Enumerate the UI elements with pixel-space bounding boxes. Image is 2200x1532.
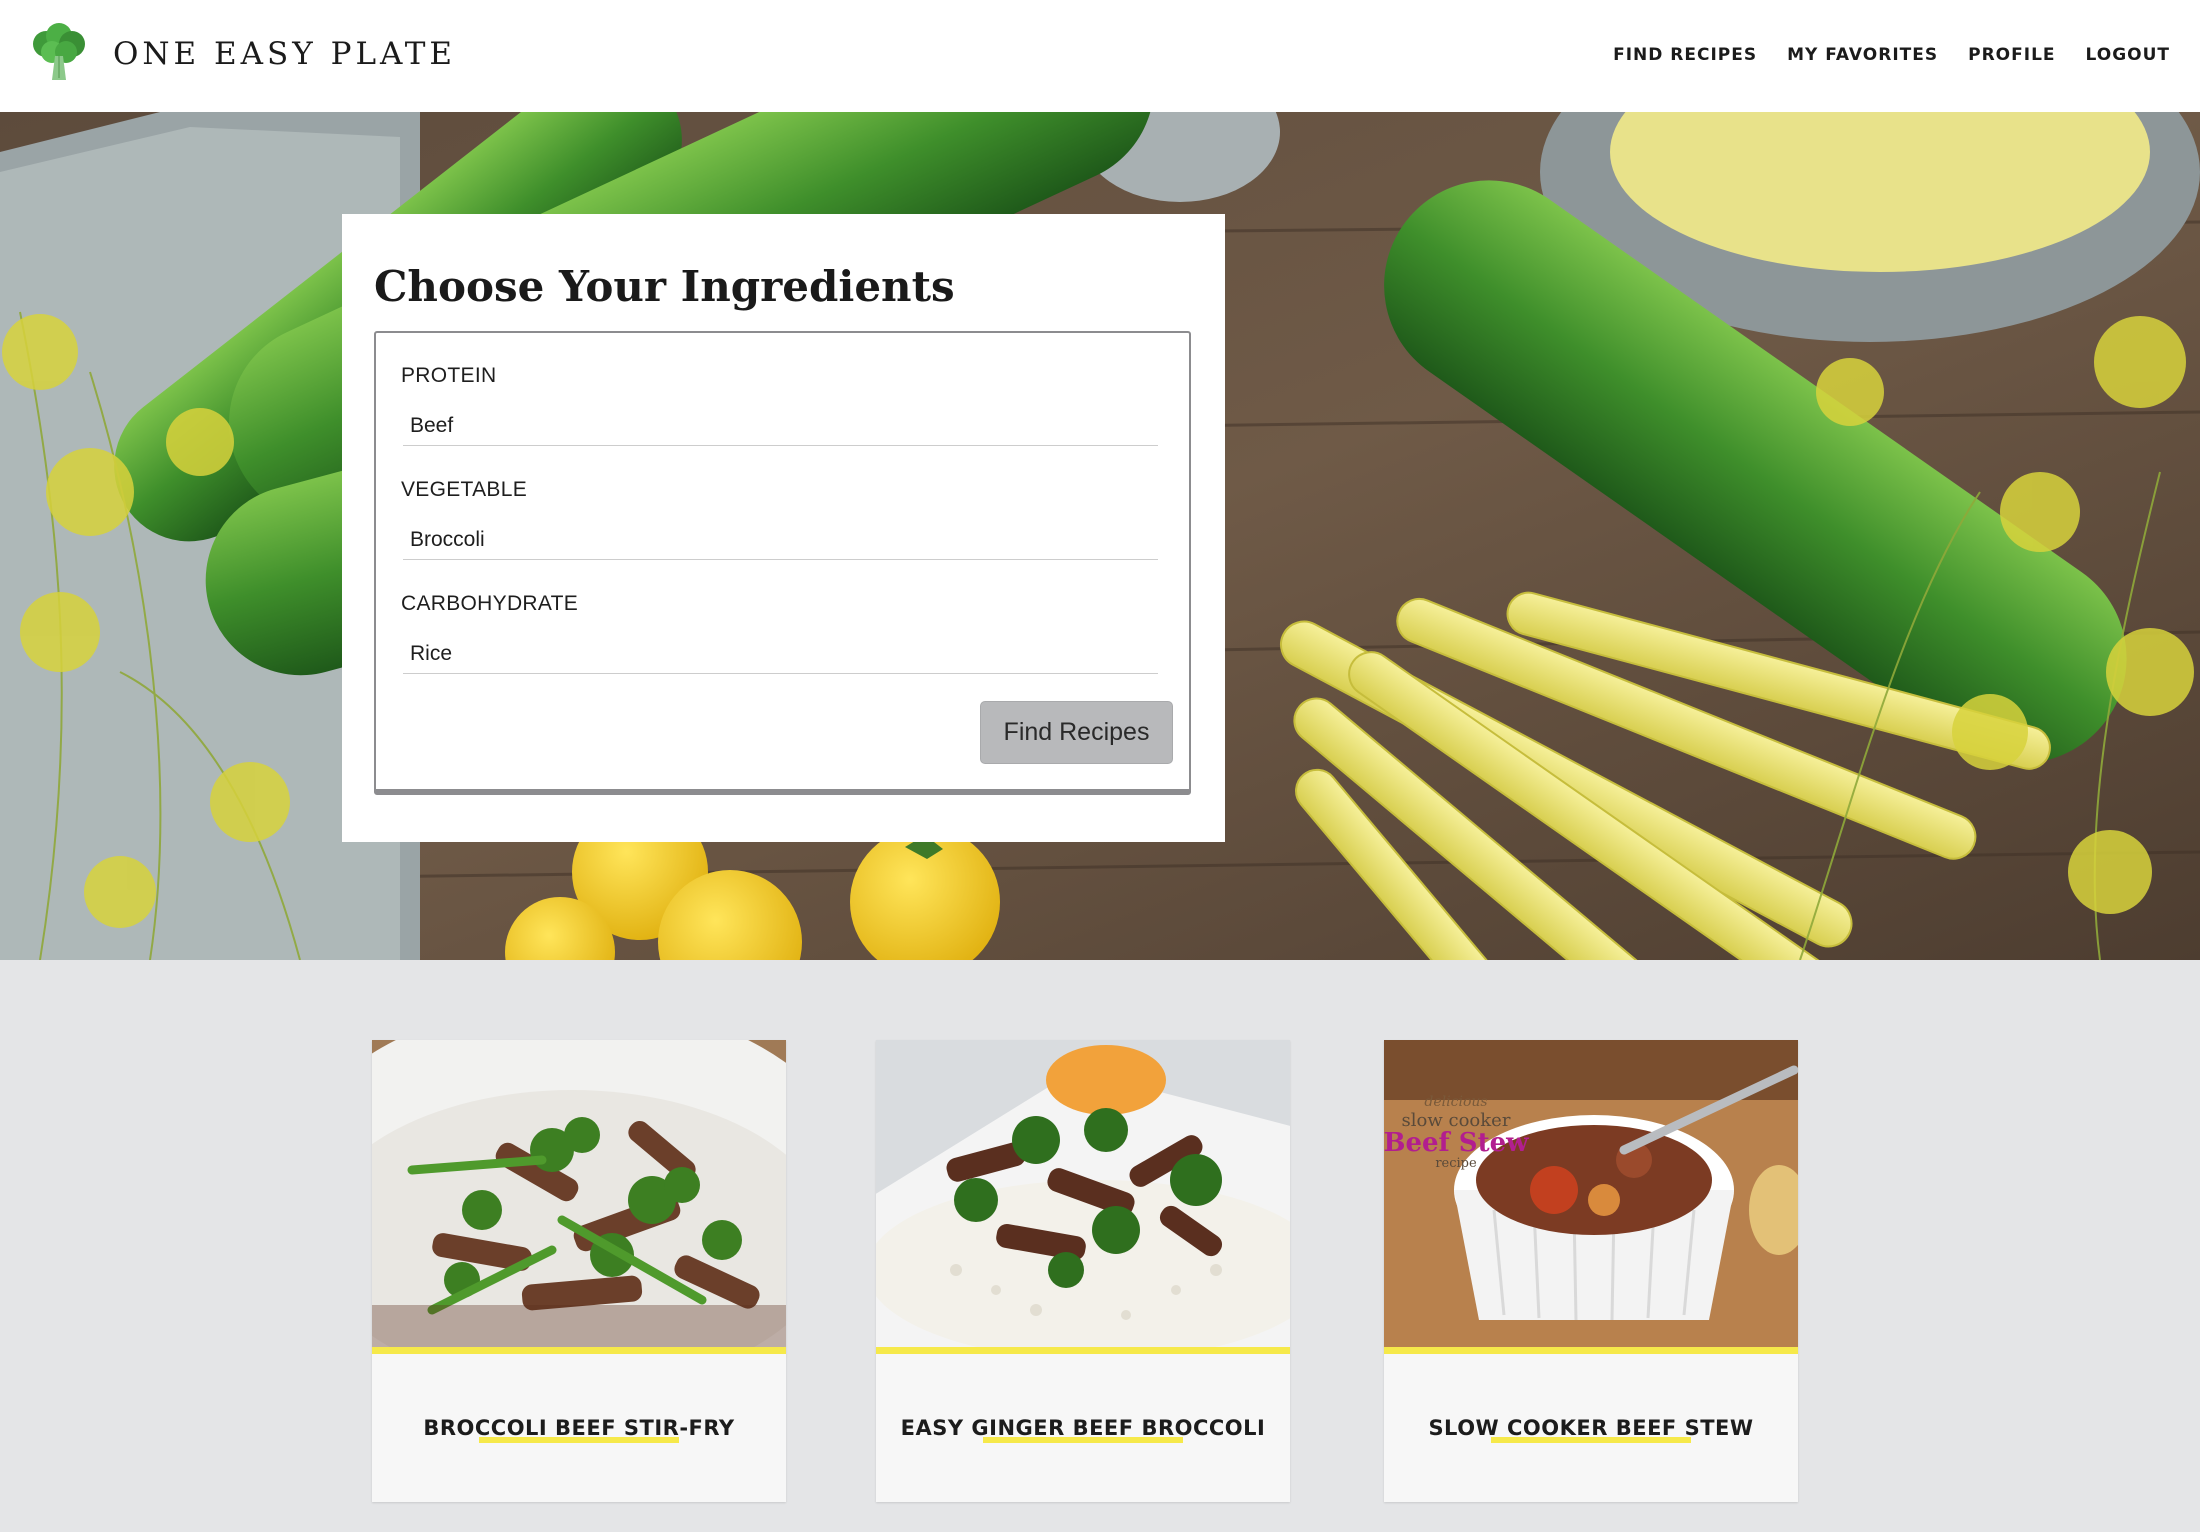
broccoli-icon[interactable] [28,22,90,84]
protein-label: PROTEIN [401,364,497,387]
brand-name[interactable]: ONE EASY PLATE [113,34,456,74]
beef-broccoli-stir-fry-photo[interactable] [372,1040,786,1347]
title-underline [479,1437,679,1443]
nav-my-favorites[interactable]: MY FAVORITES [1787,40,1938,70]
ginger-beef-broccoli-rice-photo[interactable] [876,1040,1290,1347]
card-accent-strip [372,1347,786,1354]
nav-profile[interactable]: PROFILE [1968,40,2055,70]
hero-vegetables-image: Choose Your Ingredients PROTEIN VEGETABL… [0,112,2200,960]
carbohydrate-label: CARBOHYDRATE [401,592,579,615]
overlay-text-beef-stew: Beef Stew [1384,1128,1529,1158]
nav-logout[interactable]: LOGOUT [2086,40,2170,70]
overlay-text-recipe: recipe [1435,1156,1477,1171]
ingredient-form-panel: Choose Your Ingredients PROTEIN VEGETABL… [342,214,1225,842]
title-underline [1491,1437,1691,1443]
carbohydrate-input[interactable] [403,634,1158,674]
recipe-card[interactable]: EASY GINGER BEEF BROCCOLI [876,1040,1290,1502]
ingredient-form: PROTEIN VEGETABLE CARBOHYDRATE Find Reci… [374,331,1191,795]
card-accent-strip [876,1347,1290,1354]
recipe-card[interactable]: delicious slow cooker Beef Stew recipe S… [1384,1040,1798,1502]
main-nav: FIND RECIPES MY FAVORITES PROFILE LOGOUT [1613,40,2170,70]
title-underline [983,1437,1183,1443]
overlay-text-delicious: delicious [1424,1094,1487,1110]
recipe-card[interactable]: BROCCOLI BEEF STIR-FRY [372,1040,786,1502]
slow-cooker-beef-stew-photo[interactable]: delicious slow cooker Beef Stew recipe [1384,1040,1798,1347]
protein-input[interactable] [403,406,1158,446]
nav-find-recipes[interactable]: FIND RECIPES [1613,40,1757,70]
vegetable-input[interactable] [403,520,1158,560]
card-accent-strip [1384,1347,1798,1354]
vegetable-label: VEGETABLE [401,478,528,501]
site-header: ONE EASY PLATE FIND RECIPES MY FAVORITES… [0,0,2200,112]
find-recipes-button[interactable]: Find Recipes [980,701,1173,764]
form-title: Choose Your Ingredients [374,262,955,311]
